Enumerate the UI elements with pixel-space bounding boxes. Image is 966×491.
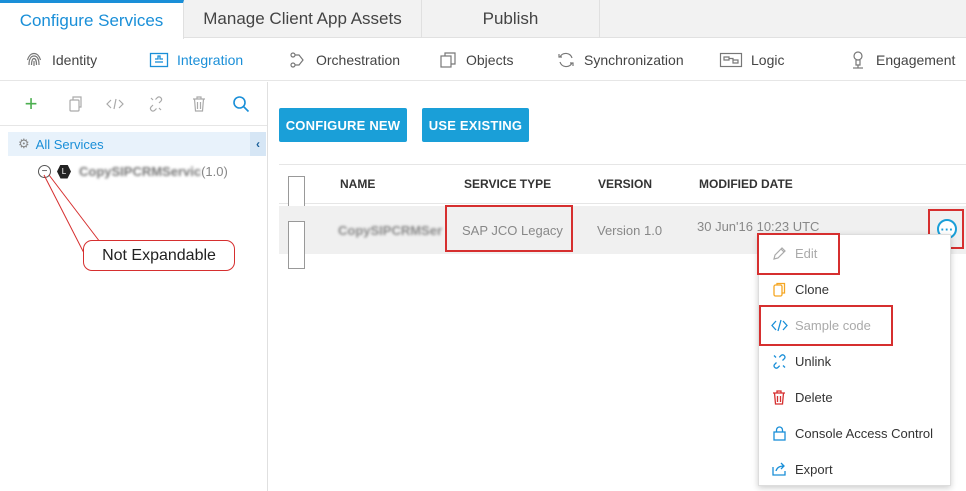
services-tree-panel: + ⚙ All Services ‹ − L CopySIPCRMServic … [0,82,268,491]
menu-item-export[interactable]: Export [759,451,952,487]
services-table-header: NAME SERVICE TYPE VERSION MODIFIED DATE [279,164,966,214]
nav-logic[interactable]: Logic [719,39,784,81]
clone-icon [769,282,789,297]
nav-logic-label: Logic [751,52,785,68]
unlink-icon [769,353,789,369]
nav-objects[interactable]: Objects [438,39,513,81]
highlight-service-type [445,205,573,252]
tree-node-name: CopySIPCRMServic [79,164,202,179]
row-version: Version 1.0 [597,222,663,238]
top-tab-bar: Configure Services Manage Client App Ass… [0,0,966,39]
engagement-icon [848,50,868,70]
row-service-name: CopySIPCRMSer [338,222,443,238]
menu-item-clone[interactable]: Clone [759,271,952,307]
collapse-panel-button[interactable]: ‹ [250,132,266,156]
plus-icon[interactable]: + [20,91,42,116]
gear-icon: ⚙ [18,136,30,151]
use-existing-button[interactable]: USE EXISTING [422,108,529,142]
nav-integration-label: Integration [177,52,244,68]
highlight-sample-code [759,305,893,346]
menu-item-clone-label: Clone [795,281,829,297]
code-icon[interactable] [104,93,126,115]
menu-item-unlink[interactable]: Unlink [759,343,952,379]
row-checkbox[interactable] [288,221,305,269]
nav-identity[interactable]: Identity [24,39,97,81]
service-type-nav: Identity Integration Orchestration Objec… [0,39,966,81]
tab-manage-client-app-assets[interactable]: Manage Client App Assets [184,0,422,38]
trash-icon[interactable] [188,93,210,115]
nav-synchronization-label: Synchronization [584,52,684,68]
tree-toolbar: + [0,82,267,126]
integration-icon [149,50,169,70]
tab-configure-services[interactable]: Configure Services [0,0,184,39]
all-services-label: All Services [35,136,104,152]
nav-integration[interactable]: Integration [149,39,243,81]
menu-item-delete[interactable]: Delete [759,379,952,415]
column-name[interactable]: NAME [340,165,375,203]
not-expandable-callout: Not Expandable [83,240,235,271]
nav-orchestration[interactable]: Orchestration [288,39,400,81]
menu-item-delete-label: Delete [795,389,833,405]
tree-node-service[interactable]: − L CopySIPCRMServic (1.0) [38,164,228,179]
export-icon [769,462,789,476]
service-badge: L [57,164,71,179]
nav-synchronization[interactable]: Synchronization [556,39,684,81]
menu-item-unlink-label: Unlink [795,353,832,369]
copy-icon[interactable] [64,93,86,115]
menu-item-console-access-control[interactable]: Console Access Control [759,415,952,451]
column-service-type[interactable]: SERVICE TYPE [464,165,551,203]
menu-item-export-label: Export [795,461,833,477]
column-version[interactable]: VERSION [598,165,652,203]
nav-engagement-label: Engagement [876,52,956,68]
nav-engagement[interactable]: Engagement [848,39,955,81]
fingerprint-icon [24,50,44,70]
logic-icon [719,50,743,70]
all-services-item[interactable]: ⚙ All Services ‹ [8,132,266,156]
collapse-node-icon[interactable]: − [38,165,51,178]
tree-node-version: (1.0) [201,164,228,179]
orchestration-icon [288,50,308,70]
nav-objects-label: Objects [466,52,514,68]
column-modified-date[interactable]: MODIFIED DATE [699,165,793,203]
objects-icon [438,50,458,70]
nav-identity-label: Identity [52,52,98,68]
configure-new-button[interactable]: CONFIGURE NEW [279,108,407,142]
sync-icon [556,50,576,70]
unlink-icon[interactable] [145,93,167,115]
tab-publish[interactable]: Publish [422,0,600,38]
highlight-edit [757,233,840,275]
search-icon[interactable] [230,93,252,115]
menu-item-console-access-control-label: Console Access Control [795,425,934,441]
lock-icon [769,425,789,441]
nav-orchestration-label: Orchestration [316,52,401,68]
trash-icon [769,389,789,405]
